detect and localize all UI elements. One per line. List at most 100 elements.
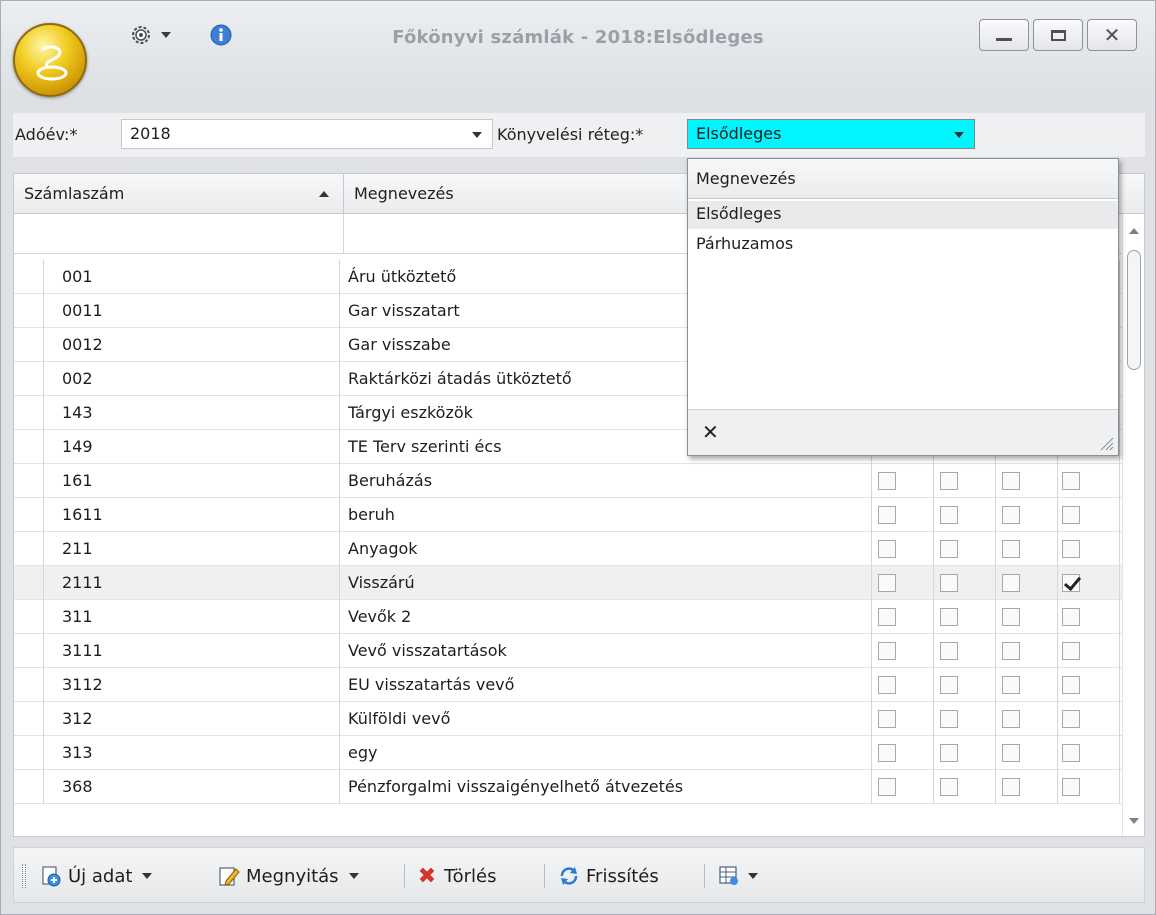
flag-checkbox[interactable] [940, 574, 958, 592]
flag-checkbox[interactable] [940, 676, 958, 694]
refresh-button[interactable]: Frissítés [558, 862, 659, 890]
chevron-down-icon[interactable] [348, 873, 359, 879]
flag-checkbox[interactable] [1002, 506, 1020, 524]
maximize-button[interactable] [1033, 19, 1083, 51]
scroll-thumb[interactable] [1127, 250, 1141, 370]
flag-checkbox[interactable] [1002, 540, 1020, 558]
flag-checkbox[interactable] [1002, 710, 1020, 728]
row-indicator[interactable] [14, 430, 44, 464]
row-indicator[interactable] [14, 736, 44, 770]
clear-icon[interactable]: ✕ [702, 420, 719, 444]
flag-checkbox[interactable] [1062, 642, 1080, 660]
open-button[interactable]: Megnyitás [218, 862, 359, 890]
row-indicator[interactable] [14, 362, 44, 396]
row-indicator[interactable] [14, 566, 44, 600]
table-row[interactable]: 161 Beruházás [14, 464, 1124, 498]
row-indicator[interactable] [14, 634, 44, 668]
minimize-button[interactable] [979, 19, 1029, 51]
flag-checkbox[interactable] [878, 744, 896, 762]
new-button[interactable]: Új adat [40, 862, 153, 890]
table-row[interactable]: 1611 beruh [14, 498, 1124, 532]
table-row[interactable]: 368 Pénzforgalmi visszaigényelhető átveze… [14, 770, 1124, 804]
flag-checkbox[interactable] [878, 472, 896, 490]
row-indicator[interactable] [14, 396, 44, 430]
flag-checkbox[interactable] [878, 540, 896, 558]
chevron-down-icon[interactable] [142, 873, 153, 879]
flag-checkbox[interactable] [940, 642, 958, 660]
cell-account: 211 [44, 532, 340, 566]
delete-button[interactable]: ✖ Törlés [416, 862, 497, 890]
scroll-up-icon[interactable] [1129, 228, 1139, 234]
flag-checkbox[interactable] [1062, 676, 1080, 694]
flag-checkbox[interactable] [1062, 778, 1080, 796]
dropdown-footer: ✕ [688, 409, 1118, 455]
flag-checkbox[interactable] [1002, 778, 1020, 796]
row-indicator[interactable] [14, 464, 44, 498]
table-row[interactable]: 313 egy [14, 736, 1124, 770]
row-indicator[interactable] [14, 668, 44, 702]
column-header-account[interactable]: Számlaszám [14, 174, 344, 214]
flag-checkbox[interactable] [878, 574, 896, 592]
flag-checkbox[interactable] [940, 744, 958, 762]
row-indicator[interactable] [14, 532, 44, 566]
toolbar-grip[interactable] [22, 864, 26, 888]
flag-checkbox[interactable] [1062, 608, 1080, 626]
row-indicator[interactable] [14, 770, 44, 804]
flag-checkbox[interactable] [1002, 676, 1020, 694]
flag-checkbox[interactable] [878, 778, 896, 796]
flag-checkbox[interactable] [940, 608, 958, 626]
cell-account: 002 [44, 362, 340, 396]
bottom-toolbar: Új adat Megnyitás ✖ Törlés Frissítés [13, 847, 1145, 903]
chevron-down-icon[interactable] [748, 873, 758, 879]
resize-grip-icon[interactable] [1098, 435, 1114, 451]
flag-checkbox[interactable] [940, 710, 958, 728]
cell-name: Vevők 2 [340, 600, 872, 634]
flag-checkbox[interactable] [940, 778, 958, 796]
row-indicator[interactable] [14, 260, 44, 294]
year-combo[interactable]: 2018 [121, 119, 493, 149]
row-indicator[interactable] [14, 294, 44, 328]
flag-checkbox[interactable] [1062, 472, 1080, 490]
vertical-scrollbar[interactable] [1122, 214, 1144, 836]
row-indicator[interactable] [14, 600, 44, 634]
table-row[interactable]: 312 Külföldi vevő [14, 702, 1124, 736]
flag-checkbox[interactable] [878, 608, 896, 626]
delete-x-icon: ✖ [417, 863, 437, 889]
flag-checkbox[interactable] [1002, 642, 1020, 660]
table-row[interactable]: 3112 EU visszatartás vevő [14, 668, 1124, 702]
row-indicator[interactable] [14, 328, 44, 362]
flag-checkbox[interactable] [878, 710, 896, 728]
flag-checkbox[interactable] [1062, 506, 1080, 524]
flag-checkbox[interactable] [878, 506, 896, 524]
dropdown-option-parallel[interactable]: Párhuzamos [688, 231, 1118, 259]
flag-checkbox[interactable] [1062, 574, 1080, 592]
cell-name: Anyagok [340, 532, 872, 566]
layer-dropdown: Megnevezés Elsődleges Párhuzamos ✕ [687, 158, 1119, 456]
flag-checkbox[interactable] [1002, 472, 1020, 490]
row-indicator[interactable] [14, 702, 44, 736]
scroll-down-icon[interactable] [1129, 818, 1139, 824]
close-button[interactable]: ✕ [1087, 19, 1137, 51]
table-row[interactable]: 211 Anyagok [14, 532, 1124, 566]
flag-checkbox[interactable] [1062, 744, 1080, 762]
flag-checkbox[interactable] [1002, 744, 1020, 762]
flag-checkbox[interactable] [878, 676, 896, 694]
flag-checkbox[interactable] [1062, 540, 1080, 558]
flag-checkbox[interactable] [940, 506, 958, 524]
flag-checkbox[interactable] [940, 540, 958, 558]
row-indicator[interactable] [14, 498, 44, 532]
flag-checkbox[interactable] [1002, 608, 1020, 626]
dropdown-option-primary[interactable]: Elsődleges [688, 201, 1118, 229]
flag-checkbox[interactable] [940, 472, 958, 490]
flag-checkbox[interactable] [878, 642, 896, 660]
table-row[interactable]: 3111 Vevő visszatartások [14, 634, 1124, 668]
layout-menu-button[interactable] [718, 862, 758, 890]
flag-checkbox[interactable] [1062, 710, 1080, 728]
table-row[interactable]: 311 Vevők 2 [14, 600, 1124, 634]
table-row[interactable]: 2111 Visszárú [14, 566, 1124, 600]
filter-cell-account[interactable] [14, 214, 344, 254]
cell-account: 2111 [44, 566, 340, 600]
cell-name: Pénzforgalmi visszaigényelhető átvezetés [340, 770, 872, 804]
flag-checkbox[interactable] [1002, 574, 1020, 592]
layer-combo[interactable]: Elsődleges [687, 119, 975, 149]
